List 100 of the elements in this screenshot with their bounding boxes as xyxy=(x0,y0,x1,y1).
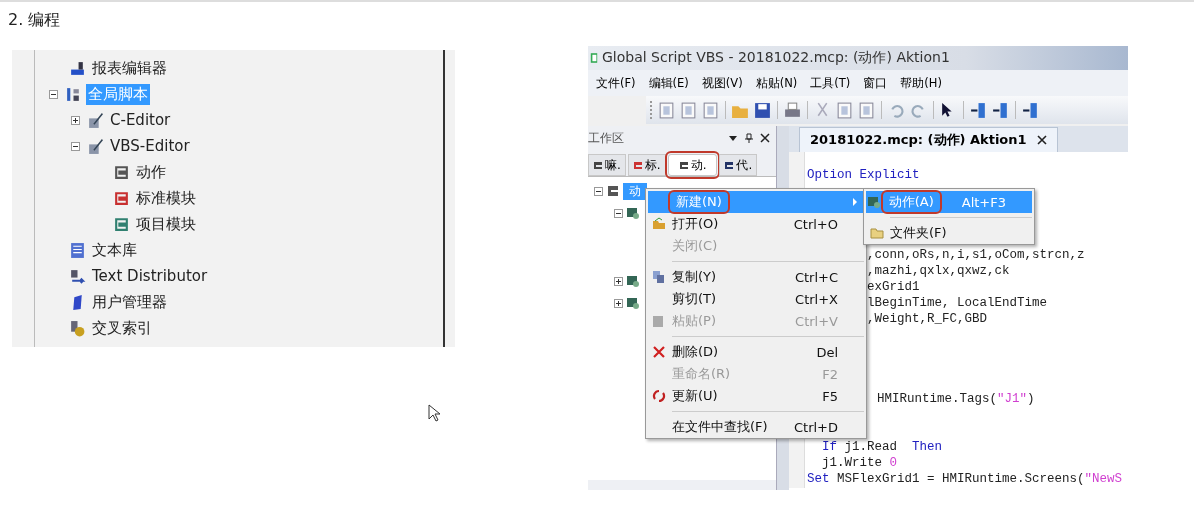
tree-item[interactable]: VBS-Editor xyxy=(108,136,192,156)
tree-item[interactable]: 报表编辑器 xyxy=(90,57,169,79)
menu-item[interactable]: 帮助(H) xyxy=(900,75,942,91)
menu-label: 更新(U) xyxy=(671,387,719,405)
shortcut-text: Alt+F3 xyxy=(960,194,1007,210)
code-text: exGrid1 xyxy=(867,280,920,294)
code-text: j1.Write xyxy=(822,456,883,470)
module-icon xyxy=(724,160,735,170)
shortcut-text: F5 xyxy=(822,388,839,404)
code-text: Then xyxy=(912,440,943,454)
align-icon[interactable] xyxy=(1021,100,1040,120)
script-icon xyxy=(65,85,82,103)
module-icon xyxy=(113,215,130,233)
indent-icon[interactable] xyxy=(969,100,988,120)
tree-item[interactable]: 用户管理器 xyxy=(90,291,169,313)
film-icon xyxy=(626,274,640,288)
menu-label: 在文件中查找(F) xyxy=(671,418,769,436)
outdent-icon[interactable] xyxy=(991,100,1010,120)
tree-item[interactable]: 标准模块 xyxy=(134,187,198,209)
menu-label: 删除(D) xyxy=(671,343,720,361)
tree-item[interactable]: C-Editor xyxy=(108,110,173,130)
shortcut-text: F2 xyxy=(822,366,839,382)
module-icon xyxy=(632,160,643,170)
panel-tab[interactable]: 嘛. xyxy=(588,154,626,176)
menu-label: 新建(N) xyxy=(670,192,728,212)
collapse-toggle[interactable] xyxy=(594,186,603,196)
refresh-icon xyxy=(652,389,666,403)
close-icon[interactable] xyxy=(760,133,770,143)
close-icon[interactable] xyxy=(1036,135,1047,145)
code-text: Set xyxy=(807,472,830,486)
code-text: Option Explicit xyxy=(807,168,920,182)
app-icon xyxy=(590,51,598,65)
delete-icon xyxy=(652,345,666,359)
shortcut-text: Ctrl+V xyxy=(795,313,839,329)
tree-item[interactable]: 文本库 xyxy=(90,239,139,261)
code-text: j1.Read xyxy=(843,440,899,454)
panel-tab[interactable]: 标. xyxy=(627,154,666,176)
tree-item[interactable]: Text Distributor xyxy=(90,266,210,286)
open-folder-icon xyxy=(652,217,666,231)
menu-label: 复制(Y) xyxy=(671,268,718,286)
code-text: ) xyxy=(1027,392,1035,406)
expand-toggle[interactable] xyxy=(71,115,83,125)
module-icon xyxy=(593,160,603,170)
expand-toggle[interactable] xyxy=(614,276,623,286)
menu-item[interactable]: 工具(T) xyxy=(810,75,851,91)
tree-item[interactable]: 项目模块 xyxy=(134,213,198,235)
tree-item[interactable]: 动作 xyxy=(134,161,168,183)
code-text: If xyxy=(822,440,837,454)
menu-item[interactable]: 更新(U) F5 xyxy=(648,385,864,407)
menu-item[interactable]: 打开(O) Ctrl+O xyxy=(648,213,864,235)
collapse-toggle[interactable] xyxy=(71,141,83,151)
menu-item[interactable]: 复制(Y) Ctrl+C xyxy=(648,266,864,288)
editor-tab[interactable]: 20181022.mcp: (动作) Aktion1 xyxy=(799,127,1058,152)
panel-tab[interactable]: 代. xyxy=(719,154,758,176)
pen-document-icon xyxy=(87,111,104,129)
menu-label: 打开(O) xyxy=(671,215,720,233)
module-icon xyxy=(678,160,689,170)
menu-label: 剪切(T) xyxy=(671,290,718,308)
menu-item[interactable]: 窗口 xyxy=(863,75,888,91)
menu-item[interactable]: 粘贴(N) xyxy=(755,75,798,91)
clipboard-icon xyxy=(652,314,666,328)
module-icon xyxy=(113,189,130,207)
pin-icon[interactable] xyxy=(744,133,754,143)
window-title: Global Script VBS - 20181022.mcp: (动作) Aktion1 xyxy=(602,49,950,67)
shortcut-text: Del xyxy=(816,344,839,360)
shortcut-text: Ctrl+O xyxy=(793,216,839,232)
module-icon xyxy=(606,184,620,198)
collapse-toggle[interactable] xyxy=(49,89,61,99)
shortcut-text: Ctrl+X xyxy=(795,291,839,307)
dropdown-icon[interactable] xyxy=(728,133,738,143)
menu-item[interactable]: 在文件中查找(F) Ctrl+D xyxy=(648,416,864,438)
code-text: HMIRuntime.Tags( xyxy=(877,392,998,406)
save-icon[interactable] xyxy=(753,100,772,120)
film-icon xyxy=(626,296,640,310)
expand-toggle[interactable] xyxy=(614,298,623,308)
menu-item[interactable]: 剪切(T) Ctrl+X xyxy=(648,288,864,310)
folder-icon xyxy=(870,226,884,240)
section-heading: 2. 编程 xyxy=(7,9,62,31)
module-icon xyxy=(113,163,130,181)
code-text: ,mazhi,qxlx,qxwz,ck xyxy=(867,264,1010,278)
menu-item[interactable]: 删除(D) Del xyxy=(648,341,864,363)
menu-item[interactable]: 编辑(E) xyxy=(648,75,689,91)
collapse-toggle[interactable] xyxy=(614,208,623,218)
mouse-pointer-icon xyxy=(428,404,440,422)
menu-label: 关闭(C) xyxy=(671,237,719,255)
distributor-icon xyxy=(69,267,86,285)
shortcut-text: Ctrl+C xyxy=(794,269,839,285)
monitor-icon xyxy=(69,59,86,77)
shortcut-text: Ctrl+D xyxy=(793,419,839,435)
menu-item[interactable]: 视图(V) xyxy=(701,75,743,91)
menu-label: 文件夹(F) xyxy=(889,224,948,242)
code-text: MSFlexGrid1 = HMIRuntime.Screens( xyxy=(836,472,1085,486)
menu-item[interactable]: 文件(F) xyxy=(596,75,636,91)
book-icon xyxy=(69,241,86,259)
print-icon[interactable] xyxy=(783,100,802,120)
tree-item[interactable]: 交叉索引 xyxy=(90,317,154,339)
menu-item[interactable]: 文件夹(F) xyxy=(866,222,1032,244)
menu-label: 重命名(R) xyxy=(671,365,732,383)
panel-tab[interactable]: 动. xyxy=(667,154,718,176)
pen-document-icon xyxy=(87,137,104,155)
